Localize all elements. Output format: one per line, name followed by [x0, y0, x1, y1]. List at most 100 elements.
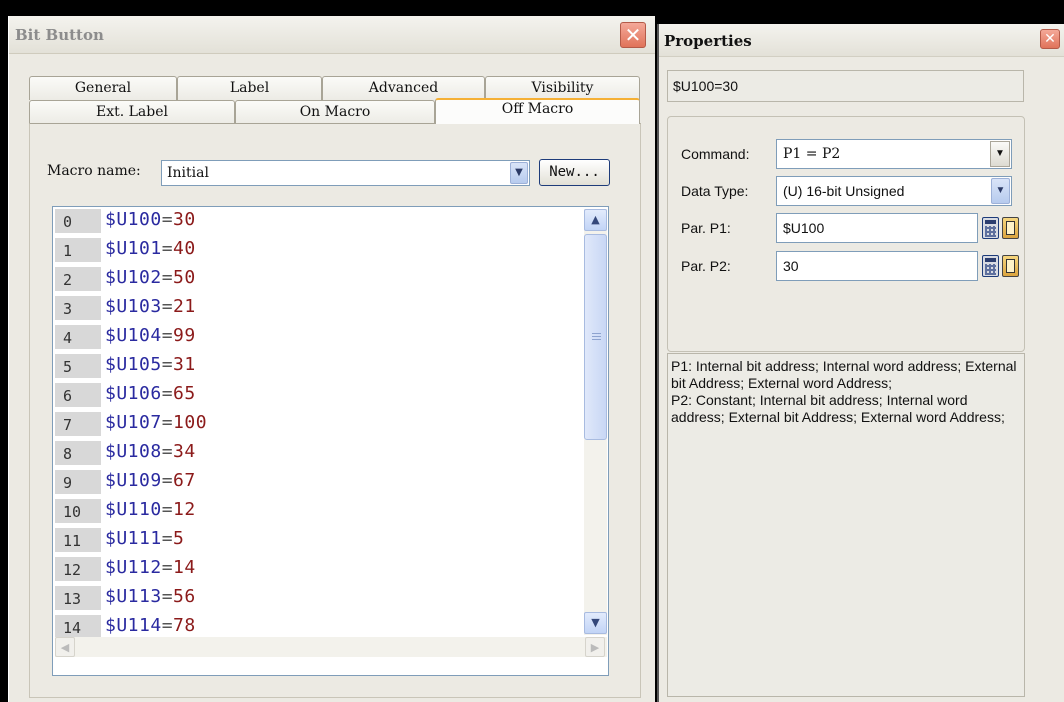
- macro-value: 50: [173, 267, 196, 288]
- scroll-left-button[interactable]: ◀: [55, 637, 75, 657]
- macro-line[interactable]: 4 $U104=99: [53, 323, 583, 349]
- close-icon: ✕: [624, 23, 642, 47]
- bit-button-titlebar[interactable]: Bit Button ✕: [9, 16, 655, 54]
- macro-value: 14: [173, 557, 196, 578]
- line-number: 11: [55, 528, 101, 552]
- vertical-scrollbar[interactable]: ▲ ▼: [584, 209, 607, 635]
- macro-line[interactable]: 9 $U109=67: [53, 468, 583, 494]
- macro-value: 78: [173, 615, 196, 636]
- keypad-icon[interactable]: [1002, 217, 1019, 239]
- line-number: 10: [55, 499, 101, 523]
- macro-operator: =: [161, 325, 174, 346]
- tab-visibility[interactable]: Visibility: [485, 76, 640, 100]
- macro-line[interactable]: 6 $U106=65: [53, 381, 583, 407]
- par-p1-input[interactable]: $U100: [776, 213, 978, 243]
- macro-line[interactable]: 14 $U114=78: [53, 613, 583, 639]
- expression-field[interactable]: $U100=30: [667, 70, 1024, 102]
- macro-value: 31: [173, 354, 196, 375]
- macro-variable: $U110: [105, 499, 162, 520]
- tab-ext-label[interactable]: Ext. Label: [29, 100, 235, 124]
- macro-value: 67: [173, 470, 196, 491]
- macro-value: 21: [173, 296, 196, 317]
- macro-variable: $U108: [105, 441, 162, 462]
- macro-name-value: Initial: [167, 165, 209, 181]
- bit-button-dialog: Bit Button ✕ General Label Advanced Visi…: [8, 16, 655, 702]
- chevron-down-icon[interactable]: ▼: [990, 141, 1010, 167]
- scroll-thumb[interactable]: [584, 234, 607, 440]
- data-type-select[interactable]: (U) 16-bit Unsigned ▼: [776, 176, 1012, 206]
- horizontal-scrollbar[interactable]: ◀ ▶: [55, 637, 607, 657]
- macro-line[interactable]: 2 $U102=50: [53, 265, 583, 291]
- scroll-down-button[interactable]: ▼: [584, 612, 607, 634]
- macro-statement: $U112=14: [105, 556, 196, 580]
- data-type-value: (U) 16-bit Unsigned: [783, 183, 905, 199]
- line-number: 8: [55, 441, 101, 465]
- macro-line[interactable]: 13 $U113=56: [53, 584, 583, 610]
- macro-line[interactable]: 1 $U101=40: [53, 236, 583, 262]
- tab-label[interactable]: Label: [177, 76, 322, 100]
- macro-value: 99: [173, 325, 196, 346]
- close-icon: ✕: [1044, 31, 1056, 47]
- macro-operator: =: [161, 238, 174, 259]
- macro-variable: $U111: [105, 528, 162, 549]
- macro-value: 34: [173, 441, 196, 462]
- dialog-title: Bit Button: [15, 26, 104, 44]
- macro-operator: =: [161, 470, 174, 491]
- parameter-group: Command: P1 = P2 ▼ Data Type: (U) 16-bit…: [667, 116, 1025, 352]
- par-p2-input[interactable]: 30: [776, 251, 978, 281]
- macro-variable: $U101: [105, 238, 162, 259]
- macro-variable: $U106: [105, 383, 162, 404]
- par-p1-value: $U100: [783, 220, 825, 236]
- macro-value: 65: [173, 383, 196, 404]
- parameter-description: P1: Internal bit address; Internal word …: [667, 353, 1025, 697]
- macro-statement: $U108=34: [105, 440, 196, 464]
- chevron-down-icon[interactable]: ▼: [510, 162, 528, 184]
- macro-line[interactable]: 10 $U110=12: [53, 497, 583, 523]
- properties-titlebar[interactable]: Properties ✕: [659, 24, 1064, 57]
- macro-line[interactable]: 5 $U105=31: [53, 352, 583, 378]
- macro-list[interactable]: 0 $U100=30 1 $U101=40 2 $U102=50 3 $U103=21 4 $U1…: [52, 206, 609, 676]
- scroll-right-button[interactable]: ▶: [585, 637, 605, 657]
- macro-line[interactable]: 7 $U107=100: [53, 410, 583, 436]
- macro-variable: $U113: [105, 586, 162, 607]
- macro-statement: $U114=78: [105, 614, 196, 638]
- scroll-up-button[interactable]: ▲: [584, 209, 607, 231]
- par-p1-label: Par. P1:: [681, 220, 731, 236]
- macro-line[interactable]: 12 $U112=14: [53, 555, 583, 581]
- new-macro-button[interactable]: New...: [539, 159, 610, 186]
- close-button[interactable]: ✕: [620, 22, 646, 48]
- macro-statement: $U105=31: [105, 353, 196, 377]
- line-number: 5: [55, 354, 101, 378]
- par-p2-value: 30: [783, 258, 799, 274]
- chevron-down-icon[interactable]: ▼: [991, 178, 1010, 204]
- tab-advanced[interactable]: Advanced: [322, 76, 485, 100]
- tab-general[interactable]: General: [29, 76, 177, 100]
- macro-line[interactable]: 8 $U108=34: [53, 439, 583, 465]
- macro-line[interactable]: 11 $U111=5: [53, 526, 583, 552]
- macro-operator: =: [161, 615, 174, 636]
- calculator-icon[interactable]: [982, 255, 999, 277]
- macro-statement: $U113=56: [105, 585, 196, 609]
- command-select[interactable]: P1 = P2 ▼: [776, 139, 1012, 169]
- line-number: 7: [55, 412, 101, 436]
- properties-close-button[interactable]: ✕: [1040, 29, 1060, 49]
- macro-operator: =: [161, 383, 174, 404]
- macro-line[interactable]: 3 $U103=21: [53, 294, 583, 320]
- tab-off-macro[interactable]: Off Macro: [435, 98, 640, 124]
- line-number: 1: [55, 238, 101, 262]
- line-number: 0: [55, 209, 101, 233]
- macro-statement: $U106=65: [105, 382, 196, 406]
- macro-variable: $U100: [105, 209, 162, 230]
- macro-statement: $U102=50: [105, 266, 196, 290]
- properties-panel: Properties ✕ $U100=30 Command: P1 = P2 ▼…: [657, 24, 1064, 702]
- tab-on-macro[interactable]: On Macro: [235, 100, 435, 124]
- par-p2-label: Par. P2:: [681, 258, 731, 274]
- macro-name-select[interactable]: Initial ▼: [161, 160, 530, 186]
- keypad-icon[interactable]: [1002, 255, 1019, 277]
- macro-variable: $U114: [105, 615, 162, 636]
- calculator-icon[interactable]: [982, 217, 999, 239]
- macro-line[interactable]: 0 $U100=30: [53, 207, 583, 233]
- line-number: 3: [55, 296, 101, 320]
- macro-operator: =: [161, 209, 174, 230]
- macro-statement: $U103=21: [105, 295, 196, 319]
